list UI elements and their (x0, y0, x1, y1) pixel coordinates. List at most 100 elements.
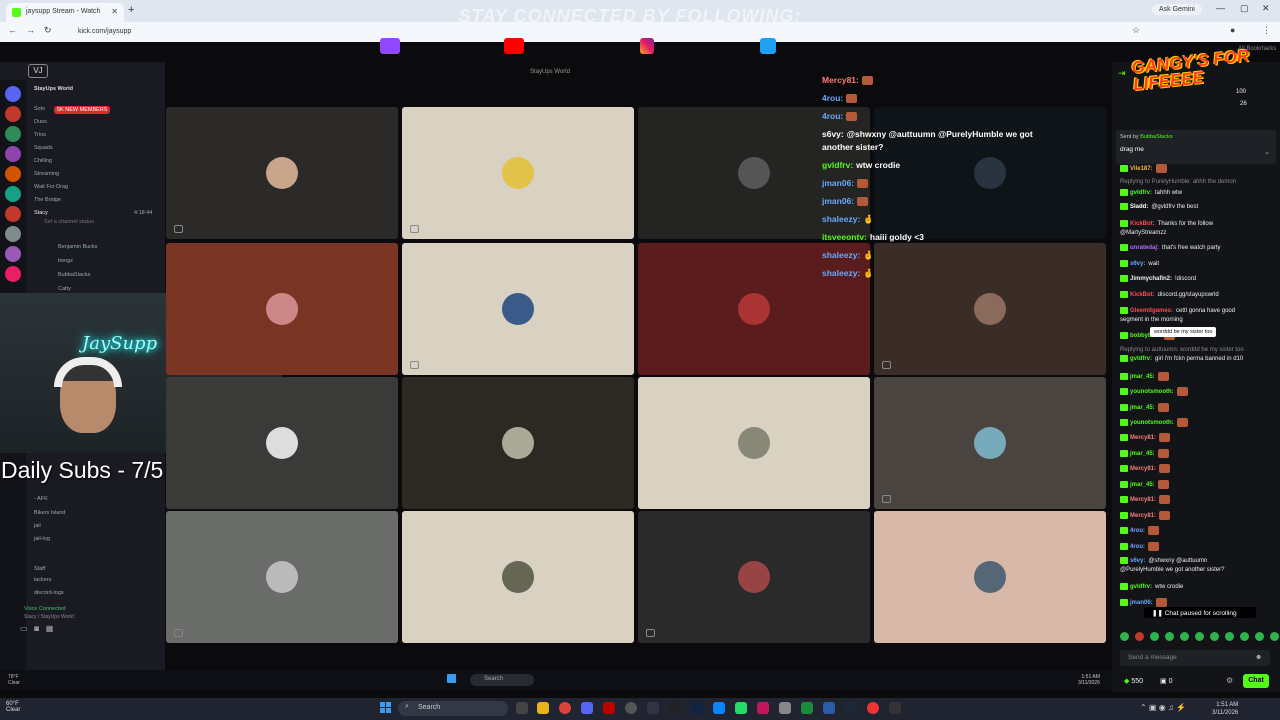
quick-emote-icon[interactable] (1255, 632, 1264, 641)
chat-username[interactable]: unratedaj: (1130, 245, 1159, 251)
steam-icon[interactable] (845, 702, 857, 714)
system-tray-icons[interactable]: ⌃ ▣ ◉ ♫ ⚡ (1140, 703, 1186, 712)
camera-icon[interactable]: ◙ (34, 624, 39, 633)
pin-icon[interactable] (174, 225, 183, 233)
video-tile[interactable] (874, 511, 1106, 643)
chat-username[interactable]: jmar_45: (1130, 374, 1155, 380)
pin-icon[interactable] (882, 361, 891, 369)
channel-duos[interactable]: Duos (34, 119, 47, 125)
server-icon[interactable] (5, 266, 21, 282)
chevron-down-icon[interactable]: ⌄ (1264, 148, 1270, 156)
quick-emote-icon[interactable] (1240, 632, 1249, 641)
member-item[interactable]: Catty (58, 286, 71, 292)
video-tile[interactable] (638, 511, 870, 643)
video-tile[interactable] (874, 243, 1106, 375)
browser-menu-icon[interactable]: ⋮ (1262, 25, 1271, 36)
channel-item[interactable]: jail-log (34, 536, 50, 542)
app-icon[interactable] (757, 702, 769, 714)
app-icon[interactable] (889, 702, 901, 714)
chat-username[interactable]: Vile187: (1130, 166, 1153, 172)
app-icon[interactable] (691, 702, 703, 714)
url-field[interactable]: kick.com/jaysupp (62, 25, 1122, 39)
server-icon[interactable] (5, 246, 21, 262)
channel-the-bridge[interactable]: The Bridge (34, 197, 61, 203)
app-icon[interactable] (823, 702, 835, 714)
app-icon[interactable] (669, 702, 681, 714)
channel-solo[interactable]: Solo (34, 106, 45, 112)
video-tile[interactable] (402, 377, 634, 509)
channel-chilling[interactable]: Chilling (34, 158, 52, 164)
close-tab-icon[interactable]: ✕ (111, 7, 118, 16)
member-item[interactable]: Benjamin Bucks (58, 244, 97, 250)
obs-icon[interactable] (625, 702, 637, 714)
chat-username[interactable]: jmar_45: (1130, 482, 1155, 488)
chat-username[interactable]: jmar_45: (1130, 451, 1155, 457)
server-icon[interactable] (5, 126, 21, 142)
server-name[interactable]: StayUps World (34, 86, 73, 92)
pin-icon[interactable] (410, 361, 419, 369)
app-icon[interactable] (735, 702, 747, 714)
taskbar-search-box[interactable]: ⌕ Search (398, 701, 508, 716)
weather-widget[interactable]: 60°F Clear (6, 701, 20, 713)
video-tile[interactable] (402, 107, 634, 239)
server-icon[interactable] (5, 106, 21, 122)
quick-emote-icon[interactable] (1120, 632, 1129, 641)
chat-username[interactable]: s6vy: (1130, 261, 1145, 267)
quick-emote-icon[interactable] (1150, 632, 1159, 641)
app-icon[interactable] (801, 702, 813, 714)
edge-icon[interactable] (713, 702, 725, 714)
server-icon[interactable] (5, 186, 21, 202)
close-window-icon[interactable]: ✕ (1262, 3, 1270, 14)
quick-emote-icon[interactable] (1225, 632, 1234, 641)
channel-trios[interactable]: Trios (34, 132, 46, 138)
server-icon[interactable] (5, 166, 21, 182)
channel-stacy[interactable]: Stacy (34, 210, 48, 216)
chat-username[interactable]: KickBot: (1130, 221, 1155, 227)
chat-username[interactable]: jman06: (1130, 600, 1153, 606)
app-icon[interactable] (603, 702, 615, 714)
video-tile[interactable] (402, 511, 634, 643)
video-tile[interactable] (638, 243, 870, 375)
channel-wait-for-drag[interactable]: Wait For Drag (34, 184, 68, 190)
app-icon[interactable] (867, 702, 879, 714)
chat-username[interactable]: Mercy81: (1130, 513, 1156, 519)
bookmark-star-icon[interactable]: ☆ (1132, 25, 1140, 36)
pin-icon[interactable] (410, 225, 419, 233)
quick-emote-icon[interactable] (1210, 632, 1219, 641)
chat-username[interactable]: KickBot: (1130, 292, 1155, 298)
file-explorer-icon[interactable] (537, 702, 549, 714)
activities-icon[interactable]: ▦ (46, 624, 54, 633)
chat-username[interactable]: 4rou: (1130, 528, 1145, 534)
chat-collapse-icon[interactable]: ⇥ (1118, 68, 1126, 79)
chat-username[interactable]: gvldfrv: (1130, 190, 1152, 196)
settings-app-icon[interactable] (779, 702, 791, 714)
chat-username[interactable]: Mercy81: (1130, 466, 1156, 472)
gift-count[interactable]: ▣ 0 (1160, 677, 1172, 685)
server-icon[interactable] (5, 86, 21, 102)
minimize-icon[interactable]: — (1216, 3, 1225, 13)
channel-streaming[interactable]: Streaming (34, 171, 59, 177)
quick-emote-icon[interactable] (1270, 632, 1279, 641)
video-tile[interactable] (166, 511, 398, 643)
server-icon[interactable] (5, 206, 21, 222)
start-button-icon[interactable] (380, 702, 392, 714)
new-tab-button[interactable]: + (128, 4, 134, 16)
chat-username[interactable]: younotsmooth: (1130, 420, 1174, 426)
chat-username[interactable]: younotsmooth: (1130, 389, 1174, 395)
server-icon[interactable] (5, 226, 21, 242)
channel-item[interactable]: jail (34, 523, 41, 529)
quick-emote-icon[interactable] (1195, 632, 1204, 641)
reload-icon[interactable]: ↻ (44, 25, 52, 36)
chat-username[interactable]: s6vy: (1130, 558, 1145, 564)
channel-item[interactable]: lackers (34, 577, 51, 583)
send-message-input[interactable]: Send a message (1120, 650, 1270, 666)
back-icon[interactable]: ← (8, 25, 17, 35)
quick-emote-icon[interactable] (1180, 632, 1189, 641)
emote-picker-icon[interactable]: ☻ (1255, 654, 1262, 661)
channel-squads[interactable]: Squads (34, 145, 53, 151)
server-icon[interactable] (5, 146, 21, 162)
chat-username[interactable]: Sladd: (1130, 204, 1148, 210)
member-item[interactable]: BubbaStacks (58, 272, 90, 278)
video-tile[interactable] (638, 377, 870, 509)
channel-category[interactable]: Bikers Island (34, 510, 66, 516)
